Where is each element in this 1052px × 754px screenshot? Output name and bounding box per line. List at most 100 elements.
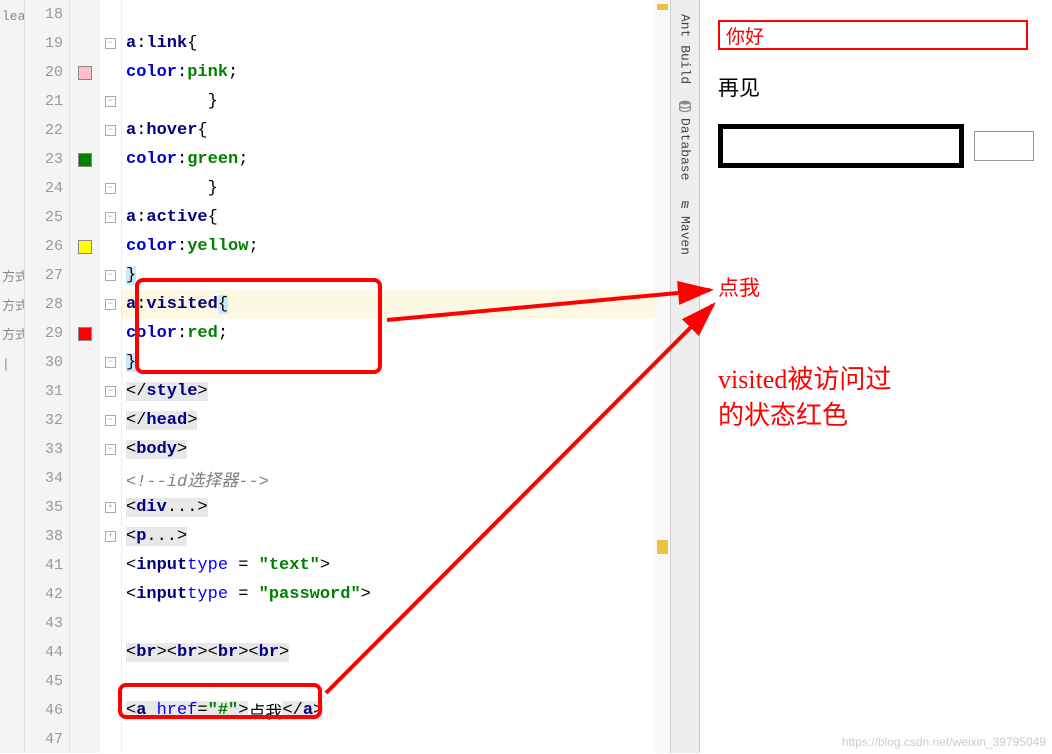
fold-toggle — [100, 696, 121, 725]
code-line[interactable]: } — [122, 87, 670, 116]
tab-maven[interactable]: m Maven — [676, 189, 695, 263]
line-number: 18 — [25, 0, 69, 29]
code-line[interactable]: <body> — [122, 435, 670, 464]
fold-toggle[interactable]: − — [100, 203, 121, 232]
code-area[interactable]: a:link{ color:pink; } a:hover{ color:gre… — [122, 0, 670, 753]
color-marker — [70, 435, 100, 464]
left-fragment-row — [0, 638, 24, 667]
fold-toggle — [100, 580, 121, 609]
password-input-preview[interactable] — [718, 124, 964, 168]
line-number: 33 — [25, 435, 69, 464]
fold-toggle — [100, 464, 121, 493]
line-number: 29 — [25, 319, 69, 348]
code-line[interactable]: </style> — [122, 377, 670, 406]
code-line[interactable]: a:active{ — [122, 203, 670, 232]
fold-toggle[interactable]: − — [100, 261, 121, 290]
color-marker — [70, 522, 100, 551]
line-number: 27 — [25, 261, 69, 290]
fold-toggle — [100, 319, 121, 348]
database-icon — [678, 100, 692, 114]
right-tool-tabs: Ant Build Database m Maven — [670, 0, 700, 753]
fold-toggle[interactable]: − — [100, 87, 121, 116]
code-line[interactable]: </head> — [122, 406, 670, 435]
left-fragment-row: | — [0, 348, 24, 377]
line-number: 20 — [25, 58, 69, 87]
line-number: 35 — [25, 493, 69, 522]
fold-toggle — [100, 58, 121, 87]
fold-toggle[interactable]: + — [100, 522, 121, 551]
watermark: https://blog.csdn.net/weixin_39795049 — [842, 735, 1046, 749]
code-line[interactable] — [122, 725, 670, 754]
code-editor-pane: leav方式方式方式| 1819202122232425262728293031… — [0, 0, 670, 753]
extra-input-preview[interactable] — [974, 131, 1034, 161]
line-number: 28 — [25, 290, 69, 319]
minimap-scrollbar[interactable] — [655, 0, 670, 753]
left-fragment-row — [0, 29, 24, 58]
code-line[interactable]: color:red; — [122, 319, 670, 348]
code-line[interactable]: color:green; — [122, 145, 670, 174]
color-marker — [70, 609, 100, 638]
fold-toggle[interactable]: − — [100, 174, 121, 203]
code-line[interactable]: <!--id选择器--> — [122, 464, 670, 493]
line-number: 31 — [25, 377, 69, 406]
code-line[interactable]: <a href="#">点我</a> — [122, 696, 670, 725]
line-number: 19 — [25, 29, 69, 58]
code-line[interactable] — [122, 0, 670, 29]
line-number: 23 — [25, 145, 69, 174]
fold-toggle[interactable]: − — [100, 29, 121, 58]
tab-ant-build[interactable]: Ant Build — [676, 6, 695, 92]
code-line[interactable]: color:pink; — [122, 58, 670, 87]
left-fragment-row — [0, 609, 24, 638]
color-marker — [70, 116, 100, 145]
left-fragment-row — [0, 232, 24, 261]
fold-toggle[interactable]: − — [100, 290, 121, 319]
fold-toggle[interactable]: − — [100, 406, 121, 435]
left-fragment-row — [0, 116, 24, 145]
code-line[interactable]: <div...> — [122, 493, 670, 522]
left-fragment-row — [0, 464, 24, 493]
color-marker — [70, 174, 100, 203]
line-number: 30 — [25, 348, 69, 377]
color-marker — [70, 638, 100, 667]
code-line[interactable]: <p...> — [122, 522, 670, 551]
left-fragment-row — [0, 203, 24, 232]
color-marker-column — [70, 0, 100, 753]
left-fragment-row — [0, 522, 24, 551]
code-line[interactable] — [122, 609, 670, 638]
visited-link-preview[interactable]: 点我 — [718, 272, 760, 302]
left-fragment-row — [0, 377, 24, 406]
code-line[interactable]: <input type = "password"> — [122, 580, 670, 609]
color-marker — [70, 145, 100, 174]
color-marker — [70, 0, 100, 29]
line-number: 34 — [25, 464, 69, 493]
code-line[interactable]: <input type = "text"> — [122, 551, 670, 580]
left-fragment-row — [0, 551, 24, 580]
fold-toggle[interactable]: + — [100, 493, 121, 522]
left-fragment-row — [0, 406, 24, 435]
fold-toggle[interactable]: − — [100, 116, 121, 145]
fold-toggle — [100, 667, 121, 696]
line-number: 41 — [25, 551, 69, 580]
maven-icon: m — [681, 197, 689, 212]
color-marker — [70, 58, 100, 87]
text-input-preview[interactable] — [718, 20, 1028, 50]
code-line[interactable]: color:yellow; — [122, 232, 670, 261]
code-line[interactable]: } — [122, 261, 670, 290]
code-line[interactable]: a:hover{ — [122, 116, 670, 145]
line-number: 24 — [25, 174, 69, 203]
tab-database[interactable]: Database — [676, 92, 695, 188]
fold-toggle — [100, 725, 121, 754]
code-line[interactable]: a:link{ — [122, 29, 670, 58]
fold-toggle[interactable]: − — [100, 435, 121, 464]
color-marker — [70, 580, 100, 609]
fold-toggle[interactable]: − — [100, 348, 121, 377]
code-line[interactable]: a:visited{ — [122, 290, 670, 319]
code-line[interactable]: <br><br><br><br> — [122, 638, 670, 667]
code-line[interactable]: } — [122, 348, 670, 377]
color-marker — [70, 464, 100, 493]
fold-column[interactable]: −−−−−−−−−−−++ — [100, 0, 122, 753]
code-line[interactable] — [122, 667, 670, 696]
fold-toggle[interactable]: − — [100, 377, 121, 406]
fold-toggle — [100, 638, 121, 667]
code-line[interactable]: } — [122, 174, 670, 203]
